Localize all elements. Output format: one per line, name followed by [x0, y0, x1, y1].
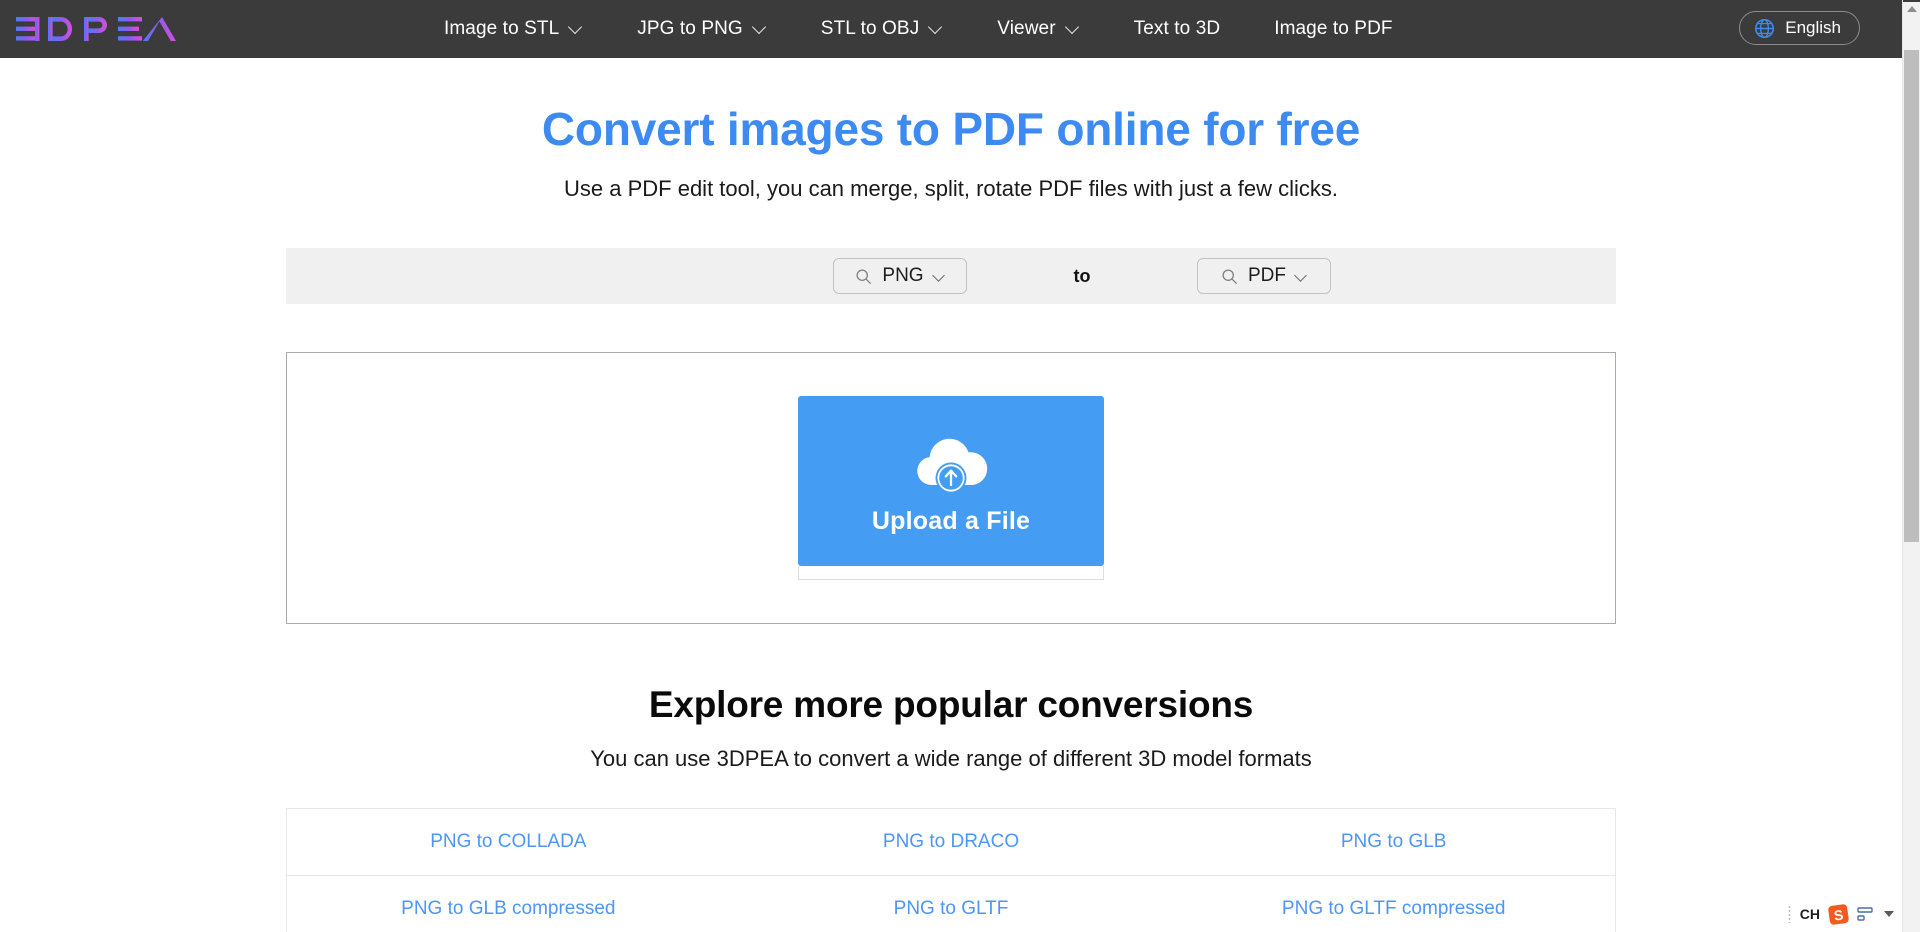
nav-item-label: Text to 3D [1133, 18, 1221, 39]
popular-conversions-table: PNG to COLLADA PNG to DRACO PNG to GLB P… [286, 808, 1616, 932]
caret-up-icon[interactable] [1903, 0, 1920, 18]
ime-mode-label[interactable]: CH [1800, 906, 1820, 922]
nav-item-stl-to-obj[interactable]: STL to OBJ [794, 0, 971, 58]
nav-item-label: STL to OBJ [820, 18, 920, 39]
page-content: Image to STL JPG to PNG STL to OBJ Viewe… [0, 0, 1902, 932]
explore-title: Explore more popular conversions [648, 684, 1254, 726]
scroll-thumb[interactable] [1904, 50, 1919, 542]
conversion-link[interactable]: PNG to COLLADA [287, 809, 730, 875]
top-navigation-bar: Image to STL JPG to PNG STL to OBJ Viewe… [0, 0, 1902, 58]
nav-item-viewer[interactable]: Viewer [970, 0, 1106, 58]
nav-item-label: Viewer [997, 18, 1056, 39]
chevron-down-icon [570, 21, 583, 34]
explore-subtitle: You can use 3DPEA to convert a wide rang… [590, 746, 1312, 772]
chevron-down-icon [754, 21, 767, 34]
upload-button-label: Upload a File [871, 506, 1031, 535]
cloud-upload-icon [917, 438, 988, 494]
converter-separator: to [1073, 265, 1091, 286]
site-logo[interactable] [14, 14, 182, 44]
hero-section: Convert images to PDF online for free Us… [0, 58, 1902, 202]
ime-floating-toolbar[interactable]: CH S [1781, 900, 1898, 928]
target-format-select[interactable]: PDF [1197, 258, 1331, 295]
upload-button-wrapper: Upload a File [798, 396, 1104, 581]
search-icon [856, 269, 872, 284]
nav-item-image-to-stl[interactable]: Image to STL [417, 0, 610, 58]
ime-drag-handle[interactable] [1787, 905, 1791, 923]
table-row: PNG to COLLADA PNG to DRACO PNG to GLB [287, 809, 1615, 877]
upload-button-footer [798, 566, 1104, 581]
conversion-link[interactable]: PNG to GLTF compressed [1172, 876, 1615, 932]
nav-item-jpg-to-png[interactable]: JPG to PNG [610, 0, 794, 58]
explore-section: Explore more popular conversions You can… [286, 684, 1616, 772]
conversion-link[interactable]: PNG to GLTF [730, 876, 1173, 932]
chevron-down-icon [1067, 21, 1080, 34]
vertical-scrollbar[interactable] [1902, 0, 1920, 932]
source-format-select[interactable]: PNG [833, 258, 967, 295]
language-label: English [1785, 18, 1841, 37]
file-dropzone[interactable]: Upload a File [286, 352, 1616, 625]
caret-down-icon[interactable] [1884, 911, 1894, 917]
table-row: PNG to GLB compressed PNG to GLTF PNG to… [287, 876, 1615, 932]
nav-item-text-to-3d[interactable]: Text to 3D [1107, 0, 1248, 58]
chevron-down-icon [930, 21, 943, 34]
browser-viewport: Image to STL JPG to PNG STL to OBJ Viewe… [0, 0, 1920, 932]
nav-menu: Image to STL JPG to PNG STL to OBJ Viewe… [417, 0, 1420, 58]
nav-item-label: JPG to PNG [637, 18, 743, 39]
nav-item-label: Image to STL [444, 18, 560, 39]
upload-a-file-button[interactable]: Upload a File [798, 396, 1104, 567]
logo-3dpea-icon [16, 17, 176, 41]
target-format-value: PDF [1248, 265, 1286, 287]
language-selector-button[interactable]: English [1739, 11, 1860, 45]
conversion-link[interactable]: PNG to DRACO [730, 809, 1173, 875]
page-subtitle: Use a PDF edit tool, you can merge, spli… [564, 176, 1338, 202]
search-icon [1222, 269, 1237, 284]
ime-brand-icon[interactable]: S [1827, 903, 1850, 925]
chevron-down-icon [1296, 271, 1307, 282]
globe-icon [1755, 18, 1775, 38]
page-title: Convert images to PDF online for free [541, 103, 1361, 155]
nav-item-image-to-pdf[interactable]: Image to PDF [1247, 0, 1419, 58]
format-converter-bar: PNG to PDF [286, 248, 1616, 305]
conversion-link[interactable]: PNG to GLB compressed [287, 876, 730, 932]
source-format-value: PNG [882, 265, 924, 287]
nav-item-label: Image to PDF [1274, 18, 1393, 39]
chevron-down-icon [934, 271, 945, 282]
conversion-link[interactable]: PNG to GLB [1172, 809, 1615, 875]
main-content: PNG to PDF Upload a File Explore more po… [286, 248, 1616, 932]
keyboard-icon[interactable] [1857, 907, 1873, 921]
